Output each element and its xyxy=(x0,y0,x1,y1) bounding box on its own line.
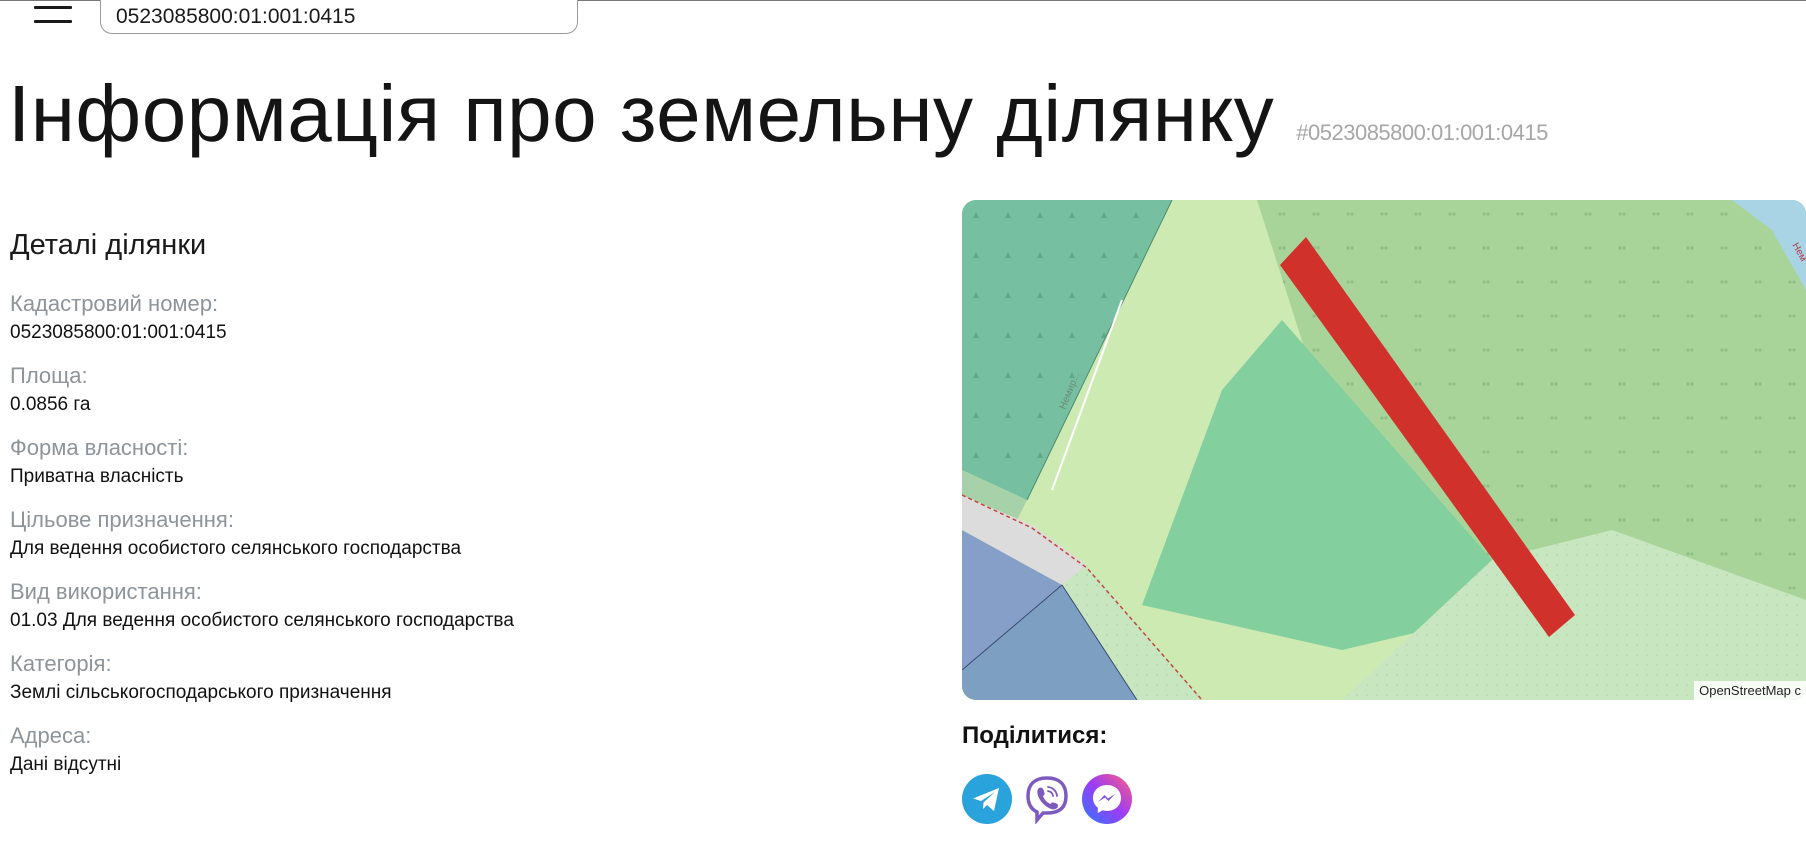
field-label: Площа: xyxy=(10,363,88,388)
details-title: Деталі ділянки xyxy=(10,229,207,261)
field-area: Площа: 0.0856 га xyxy=(10,361,910,419)
field-cadastral-number: Кадастровий номер: 0523085800:01:001:041… xyxy=(10,289,910,347)
field-label: Вид використання: xyxy=(10,579,202,604)
share-title: Поділитися: xyxy=(962,722,1108,749)
field-value: Приватна власність xyxy=(10,466,184,487)
field-value: 01.03 Для ведення особистого селянського… xyxy=(10,610,514,631)
search-input[interactable] xyxy=(100,0,578,34)
parcel-map[interactable]: Немир... Нем OpenStreetMap c xyxy=(962,200,1806,700)
viber-icon[interactable] xyxy=(1022,774,1072,824)
field-value: 0.0856 га xyxy=(10,394,91,415)
telegram-icon[interactable] xyxy=(962,774,1012,824)
menu-bar xyxy=(34,6,72,9)
field-purpose: Цільове призначення: Для ведення особист… xyxy=(10,505,910,563)
menu-bar xyxy=(34,20,72,23)
field-label: Кадастровий номер: xyxy=(10,291,219,316)
title-row: Інформація про земельну ділянку #0523085… xyxy=(8,68,1548,160)
field-ownership: Форма власності: Приватна власність xyxy=(10,433,910,491)
parcel-details: Деталі ділянки Кадастровий номер: 052308… xyxy=(10,225,910,793)
field-label: Форма власності: xyxy=(10,435,189,460)
messenger-icon[interactable] xyxy=(1082,774,1132,824)
field-label: Цільове призначення: xyxy=(10,507,234,532)
field-value: 0523085800:01:001:0415 xyxy=(10,322,227,343)
field-address: Адреса: Дані відсутні xyxy=(10,721,910,779)
page-title: Інформація про земельну ділянку xyxy=(8,69,1275,158)
hamburger-menu-icon[interactable] xyxy=(30,0,75,30)
share-buttons xyxy=(962,774,1132,824)
map-canvas[interactable]: Немир... Нем xyxy=(962,200,1806,700)
field-value: Дані відсутні xyxy=(10,754,122,775)
field-label: Категорія: xyxy=(10,651,112,676)
map-attribution[interactable]: OpenStreetMap c xyxy=(1694,681,1806,700)
field-label: Адреса: xyxy=(10,723,92,748)
field-usage-type: Вид використання: 01.03 Для ведення особ… xyxy=(10,577,910,635)
field-category: Категорія: Землі сільськогосподарського … xyxy=(10,649,910,707)
parcel-id-tag: #0523085800:01:001:0415 xyxy=(1296,120,1548,145)
field-value: Землі сільськогосподарського призначення xyxy=(10,682,392,703)
field-value: Для ведення особистого селянського госпо… xyxy=(10,538,462,559)
